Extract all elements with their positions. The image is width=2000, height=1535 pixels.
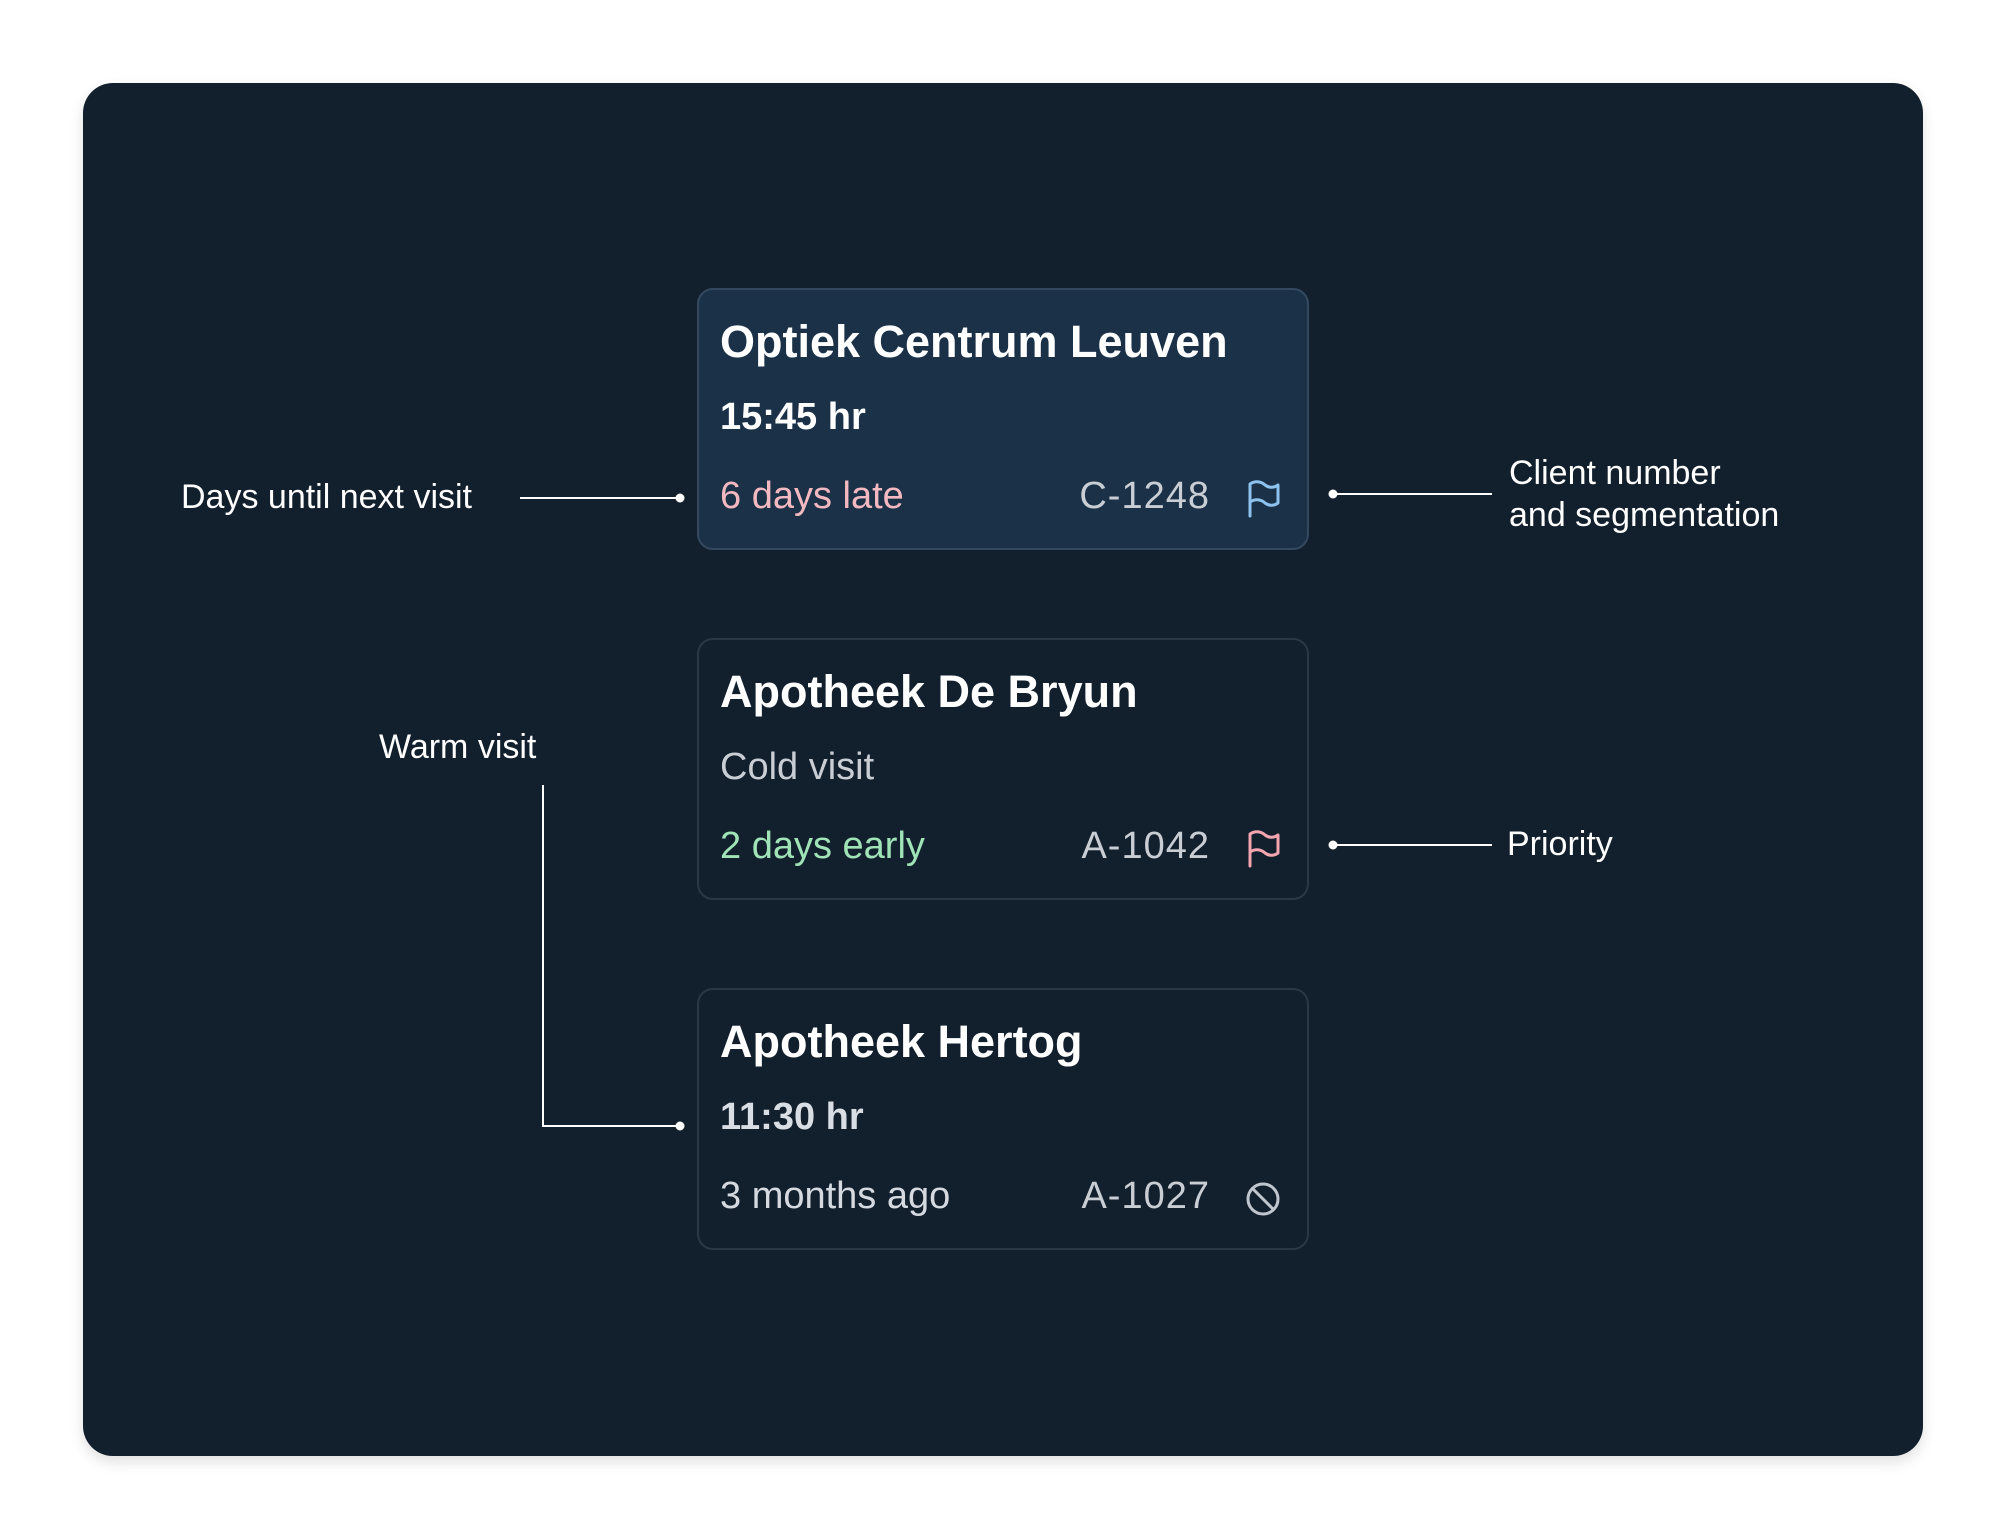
annotation-connectors (520, 489, 1492, 1131)
diagram-panel: Optiek Centrum Leuven 15:45 hr 6 days la… (83, 83, 1923, 1456)
connector-warm-visit (542, 785, 680, 1127)
